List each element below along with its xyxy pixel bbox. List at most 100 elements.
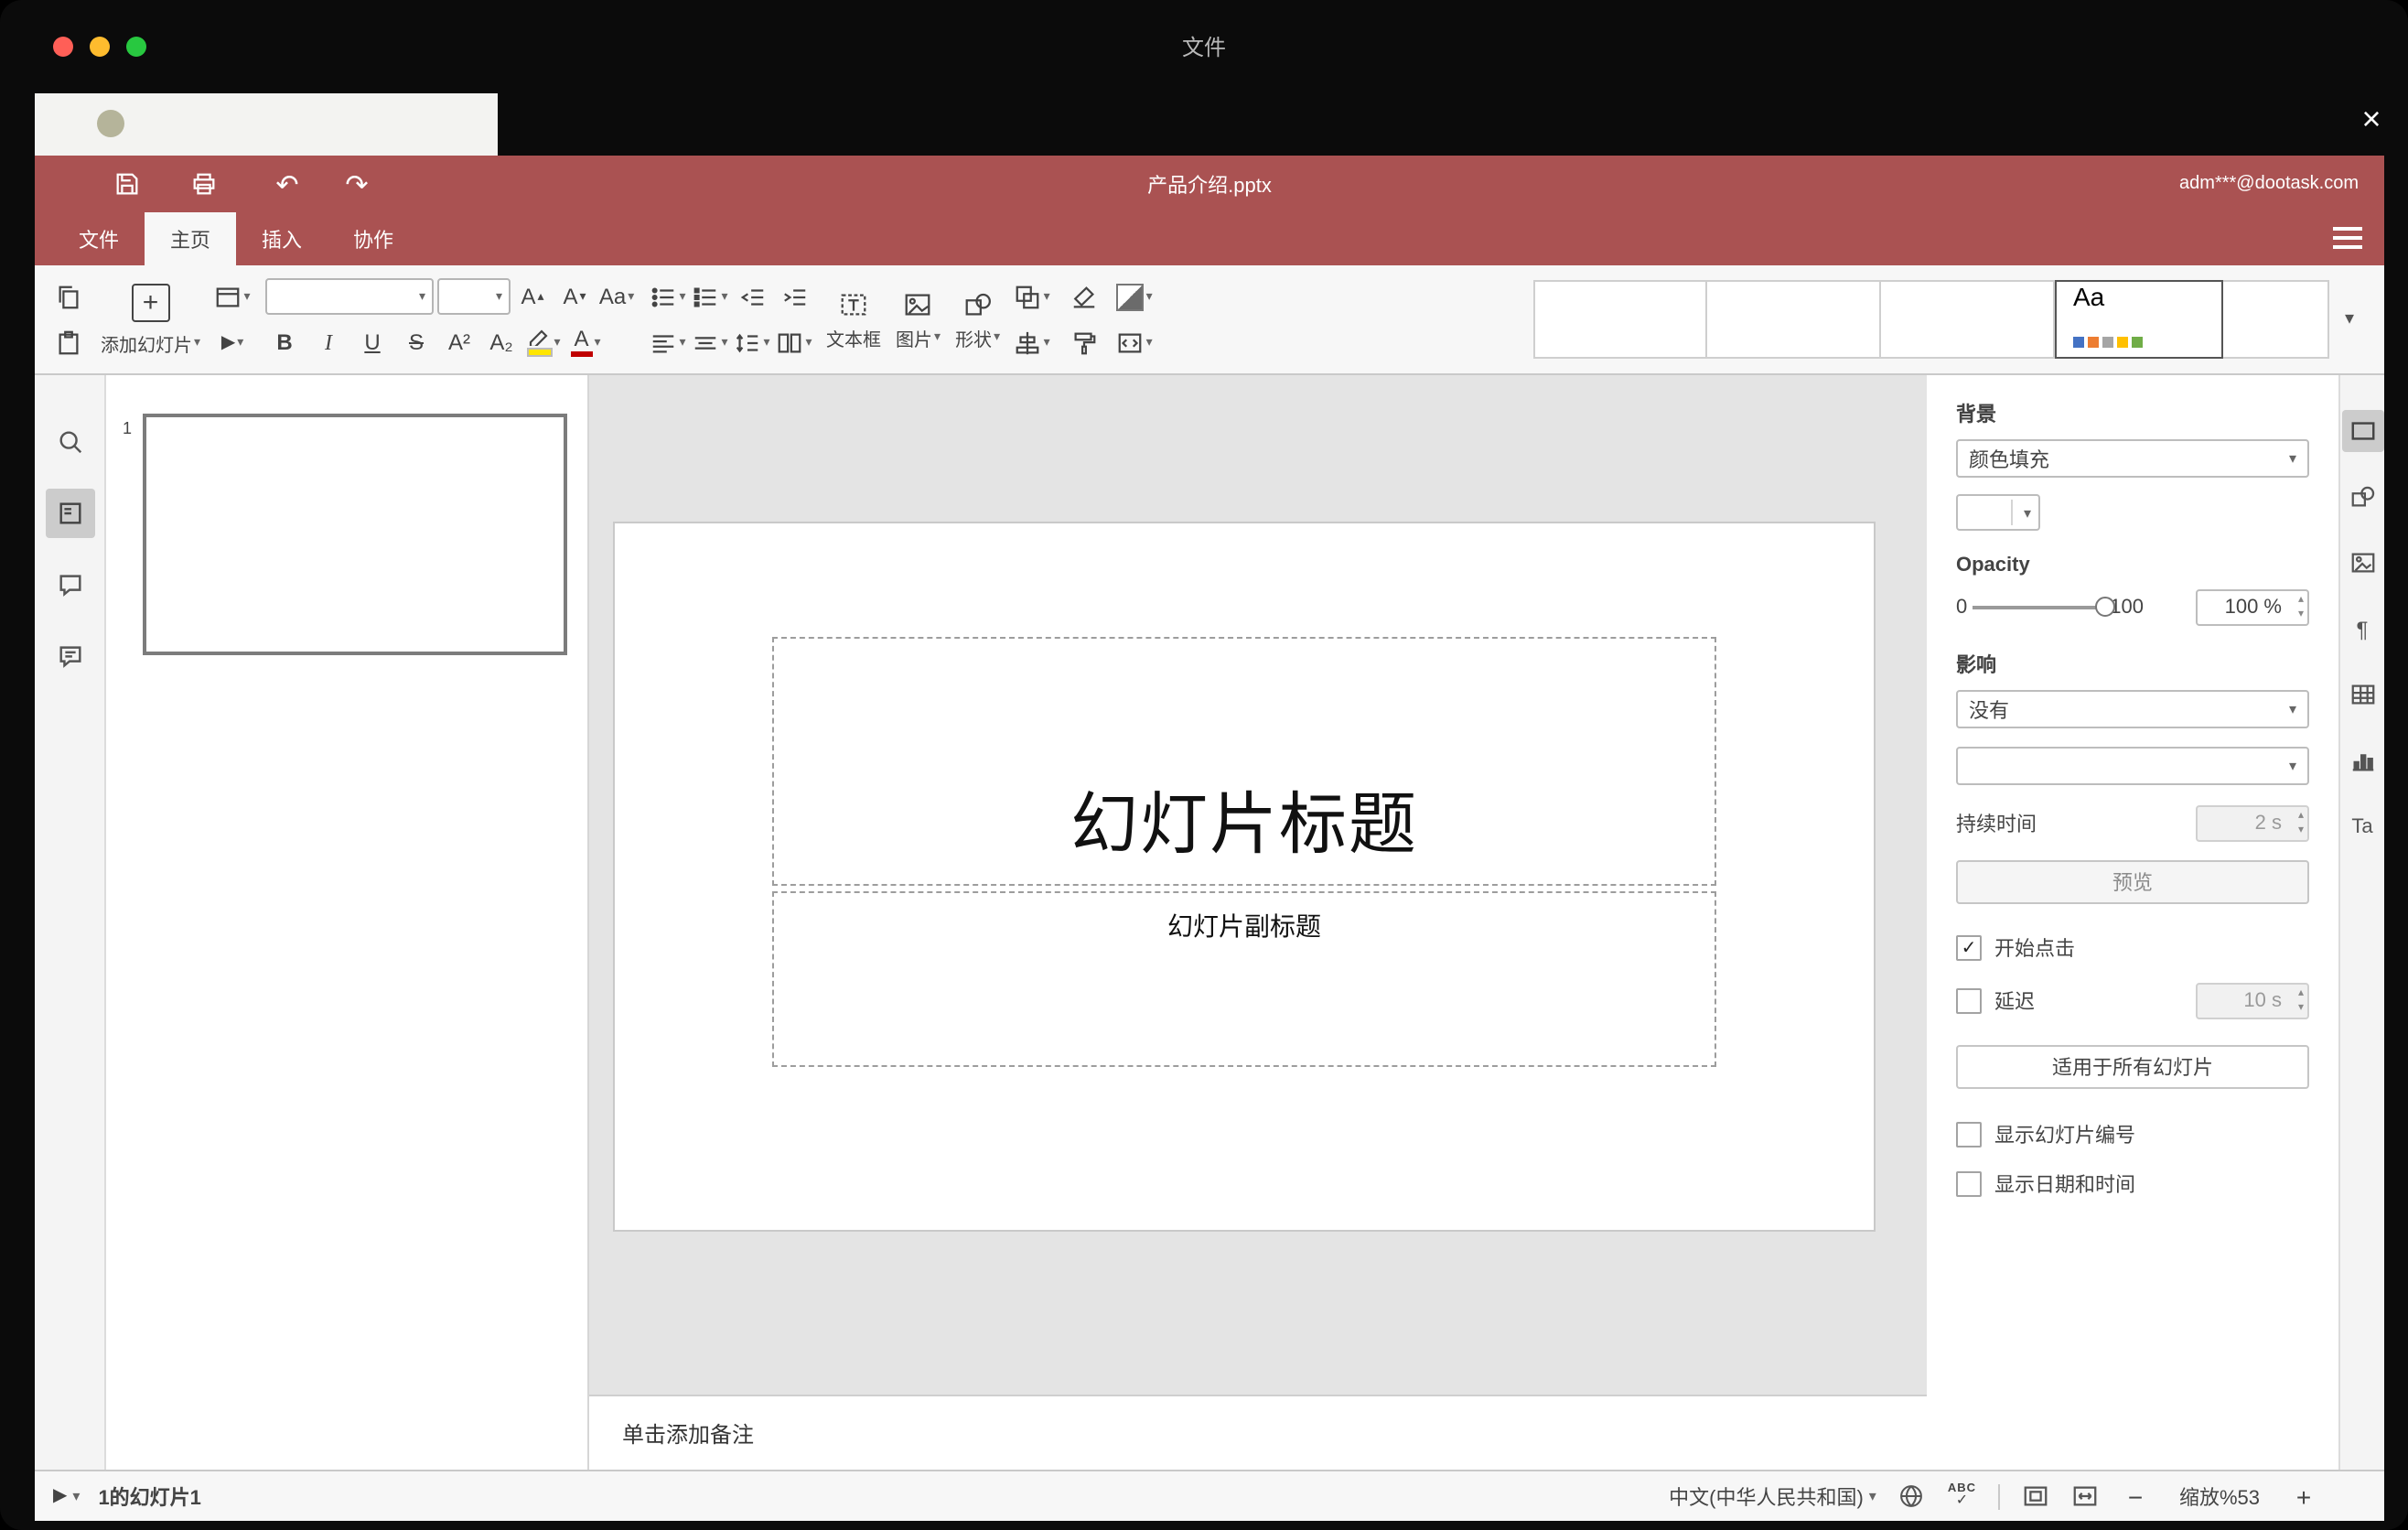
- image-settings-button[interactable]: [2341, 542, 2383, 584]
- color-swatch: [1962, 500, 2013, 525]
- horizontal-align-button[interactable]: [649, 323, 687, 361]
- spinner-arrows-icon[interactable]: ▴ ▾: [2298, 809, 2304, 838]
- font-size-combo[interactable]: [436, 278, 511, 315]
- search-button[interactable]: [45, 417, 94, 467]
- clear-style-button[interactable]: [1064, 277, 1102, 316]
- highlight-color-button[interactable]: [524, 323, 563, 361]
- tab-home[interactable]: 主页: [145, 212, 236, 265]
- bullet-list-button[interactable]: [649, 277, 687, 316]
- zoom-level: 缩放%53: [2178, 1487, 2261, 1509]
- increase-font-button[interactable]: A: [513, 277, 552, 316]
- font-name-combo[interactable]: [264, 278, 434, 315]
- textbox-icon: [841, 293, 866, 315]
- subscript-button[interactable]: A₂: [482, 323, 521, 361]
- slide-size-button[interactable]: [1115, 323, 1154, 361]
- redo-button[interactable]: ↷: [337, 164, 377, 204]
- title-placeholder[interactable]: 幻灯片标题: [772, 637, 1716, 886]
- add-slide-button[interactable]: [131, 283, 170, 321]
- zoom-out-button[interactable]: −: [2121, 1482, 2150, 1511]
- font-color-button[interactable]: A: [566, 323, 605, 361]
- spell-check-button[interactable]: ABC ✓: [1948, 1482, 1976, 1509]
- theme-option[interactable]: [1881, 280, 2055, 359]
- notes-area[interactable]: 单击添加备注: [589, 1395, 1927, 1470]
- save-button[interactable]: [106, 164, 146, 204]
- image-icon: [906, 293, 930, 315]
- theme-option[interactable]: [2223, 280, 2329, 359]
- tab-insert[interactable]: 插入: [236, 212, 328, 265]
- slide-layout-button[interactable]: [213, 277, 252, 316]
- arrange-shapes-button[interactable]: [1013, 277, 1051, 316]
- delay-spinner[interactable]: 10 s ▴ ▾: [2196, 983, 2309, 1019]
- add-slide-label[interactable]: 添加幻灯片: [101, 329, 200, 356]
- align-shapes-button[interactable]: [1013, 323, 1051, 361]
- print-button[interactable]: [183, 164, 223, 204]
- decrease-indent-button[interactable]: [733, 277, 771, 316]
- slide-canvas[interactable]: 幻灯片标题 幻灯片副标题: [589, 375, 1927, 1395]
- slide-settings-button[interactable]: [2341, 410, 2383, 452]
- insert-textbox-button[interactable]: 文本框: [826, 288, 881, 350]
- slide[interactable]: 幻灯片标题 幻灯片副标题: [615, 523, 1874, 1230]
- effect-variant-select[interactable]: ▾: [1956, 747, 2309, 785]
- slide-thumbnail[interactable]: [143, 414, 567, 655]
- close-preview-button[interactable]: ×: [2353, 100, 2390, 137]
- background-fill-select[interactable]: 颜色填充 ▾: [1956, 439, 2309, 478]
- effect-select[interactable]: 没有 ▾: [1956, 690, 2309, 728]
- columns-button[interactable]: [775, 323, 813, 361]
- zoom-in-button[interactable]: +: [2289, 1482, 2318, 1511]
- start-slideshow-button[interactable]: ▶: [213, 323, 252, 361]
- language-selector[interactable]: 中文(中华人民共和国) ▾: [1669, 1482, 1876, 1511]
- spinner-arrows-icon[interactable]: ▴ ▾: [2298, 986, 2304, 1016]
- fit-width-button[interactable]: [2071, 1482, 2099, 1510]
- print-icon: [192, 173, 214, 195]
- theme-option[interactable]: [1707, 280, 1881, 359]
- start-preview-button[interactable]: ▶ ▾: [53, 1486, 80, 1506]
- undo-button[interactable]: ↶: [267, 164, 307, 204]
- text-art-settings-button[interactable]: Ta: [2341, 805, 2383, 847]
- tab-collaboration[interactable]: 协作: [328, 212, 419, 265]
- superscript-button[interactable]: A²: [440, 323, 478, 361]
- increase-indent-button[interactable]: [775, 277, 813, 316]
- opacity-slider[interactable]: [1973, 597, 2116, 617]
- vertical-align-button[interactable]: [691, 323, 729, 361]
- theme-option[interactable]: [1533, 280, 1707, 359]
- paste-button[interactable]: [49, 323, 88, 361]
- shape-fill-button[interactable]: [1115, 277, 1154, 316]
- background-color-picker[interactable]: ▾: [1956, 494, 2040, 531]
- copy-style-button[interactable]: [1064, 323, 1102, 361]
- theme-option-selected[interactable]: Aa: [2055, 280, 2223, 359]
- slides-panel-button[interactable]: [45, 489, 94, 538]
- set-language-button[interactable]: [1898, 1482, 1926, 1510]
- paragraph-settings-button[interactable]: ¶: [2341, 608, 2383, 650]
- delay-checkbox[interactable]: [1956, 988, 1982, 1014]
- show-date-checkbox[interactable]: [1956, 1171, 1982, 1197]
- comments-button[interactable]: [45, 560, 94, 609]
- insert-shape-button[interactable]: 形状: [955, 288, 1000, 350]
- theme-gallery-expand-button[interactable]: ▾: [2329, 280, 2370, 359]
- italic-button[interactable]: I: [308, 323, 349, 361]
- start-on-click-checkbox[interactable]: ✓: [1956, 935, 1982, 961]
- spinner-arrows-icon[interactable]: ▴ ▾: [2298, 593, 2304, 622]
- change-case-button[interactable]: Aa: [597, 277, 636, 316]
- chart-settings-button[interactable]: [2341, 739, 2383, 781]
- line-spacing-button[interactable]: [733, 323, 771, 361]
- apply-to-all-slides-button[interactable]: 适用于所有幻灯片: [1956, 1045, 2309, 1089]
- shape-settings-button[interactable]: [2341, 476, 2383, 518]
- bold-button[interactable]: B: [264, 323, 305, 361]
- strikethrough-button[interactable]: S: [396, 323, 436, 361]
- underline-button[interactable]: U: [352, 323, 392, 361]
- insert-image-button[interactable]: 图片: [896, 288, 941, 350]
- chat-button[interactable]: [45, 631, 94, 681]
- show-slide-number-checkbox[interactable]: [1956, 1122, 1982, 1148]
- copy-button[interactable]: [49, 277, 88, 316]
- tab-file[interactable]: 文件: [53, 212, 145, 265]
- numbered-list-button[interactable]: [691, 277, 729, 316]
- table-settings-button[interactable]: [2341, 673, 2383, 716]
- opacity-value-spinner[interactable]: 100 % ▴ ▾: [2196, 589, 2309, 626]
- duration-spinner[interactable]: 2 s ▴ ▾: [2196, 805, 2309, 842]
- fit-slide-button[interactable]: [2022, 1482, 2049, 1510]
- slides-icon: [59, 502, 81, 524]
- subtitle-placeholder[interactable]: 幻灯片副标题: [772, 891, 1716, 1067]
- decrease-font-button[interactable]: A: [555, 277, 594, 316]
- menu-hamburger-icon[interactable]: [2333, 227, 2362, 249]
- preview-button[interactable]: 预览: [1956, 860, 2309, 904]
